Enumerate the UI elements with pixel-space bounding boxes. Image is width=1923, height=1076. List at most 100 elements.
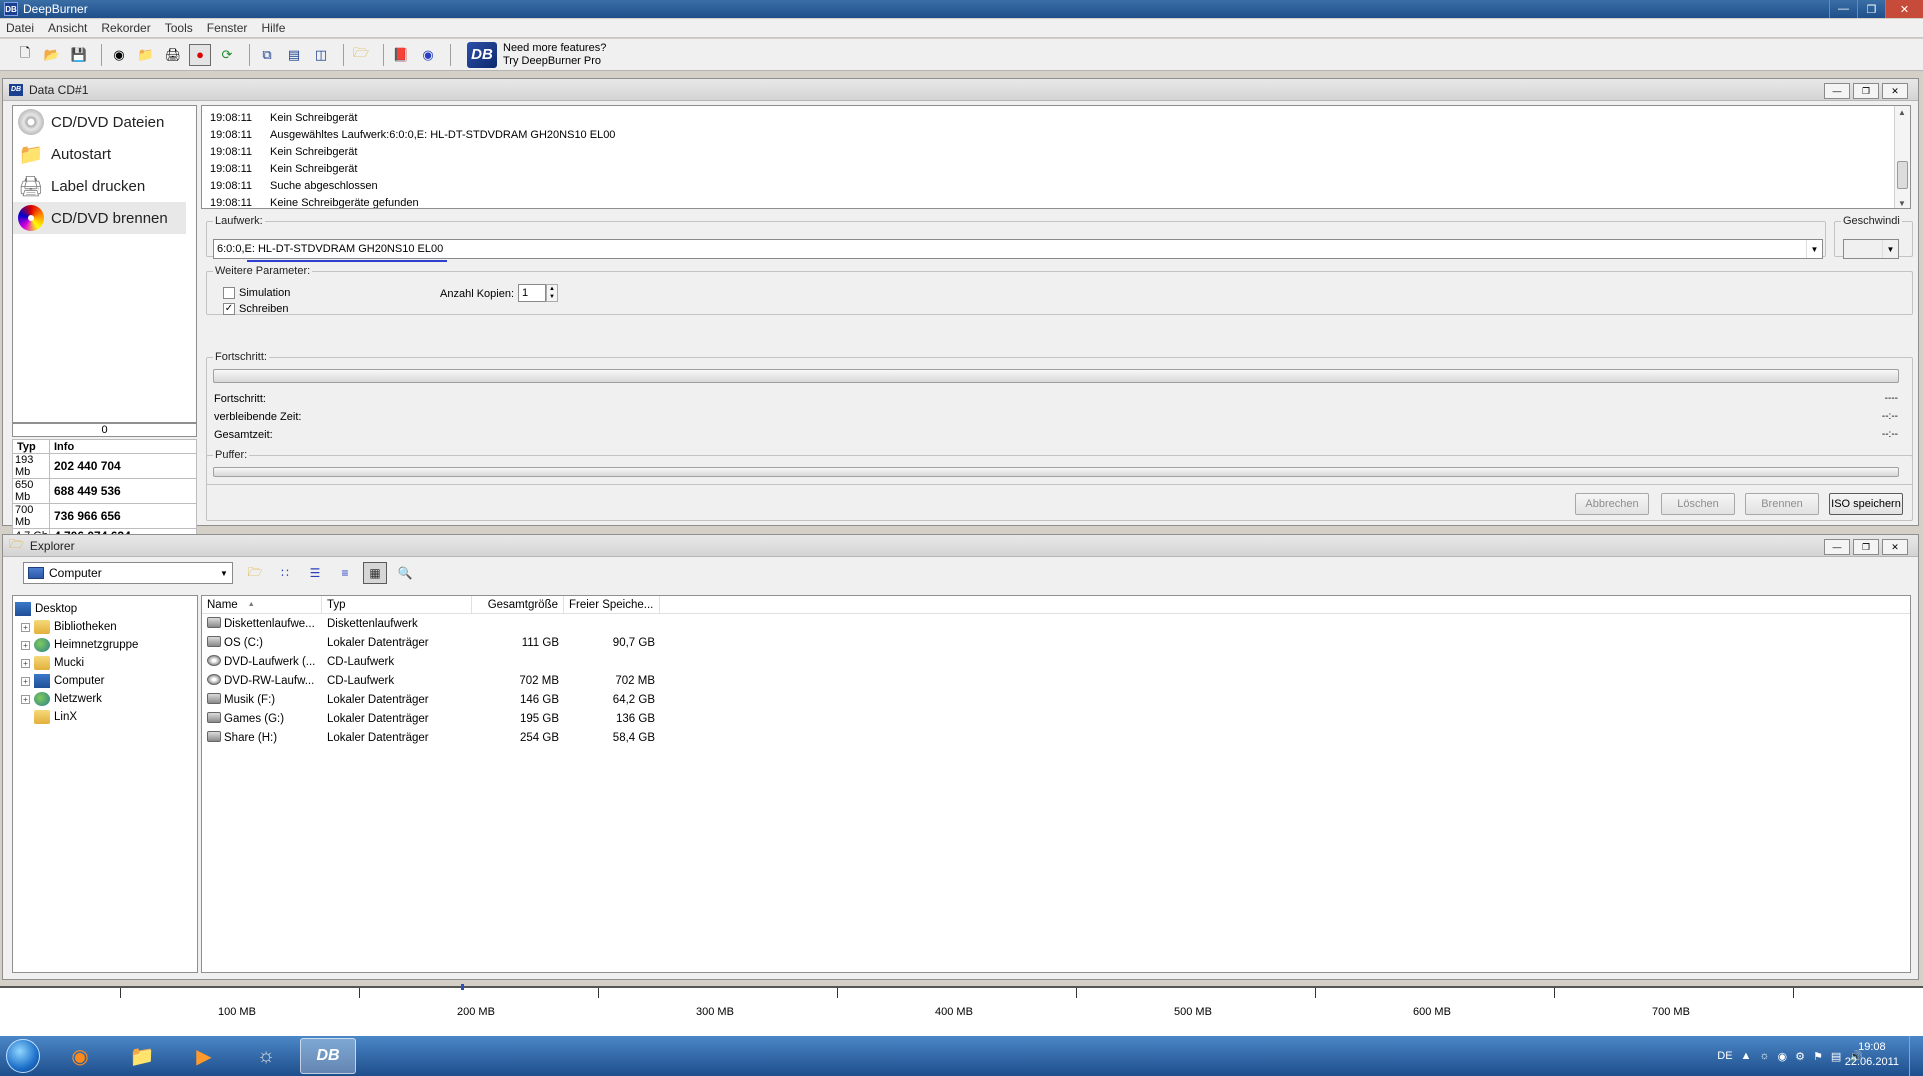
scroll-down-icon[interactable]: ▼ — [1898, 199, 1906, 208]
data-cd-title-bar[interactable]: DB Data CD#1 — ❐ ✕ — [3, 79, 1918, 101]
table-row[interactable]: Diskettenlaufwe... Diskettenlaufwerk — [202, 614, 1910, 633]
menu-datei[interactable]: Datei — [6, 21, 34, 35]
show-desktop-button[interactable] — [1909, 1036, 1923, 1076]
check-icon[interactable]: ✓ — [223, 303, 235, 315]
scroll-thumb[interactable] — [1897, 161, 1908, 189]
burn-icon[interactable]: ● — [189, 43, 211, 66]
nav-autostart[interactable]: 📁 Autostart — [13, 138, 196, 170]
col-free-space[interactable]: Freier Speiche... — [564, 596, 660, 613]
mdi-restore-button[interactable]: ❐ — [1853, 83, 1879, 99]
scroll-up-icon[interactable]: ▲ — [1898, 108, 1906, 117]
taskbar-explorer[interactable]: 📁 — [114, 1038, 170, 1074]
col-type[interactable]: Typ — [322, 596, 472, 613]
tray-app-icon[interactable]: ◉ — [1778, 1050, 1788, 1063]
taskbar-firefox[interactable]: ◉ — [52, 1038, 108, 1074]
menu-hilfe[interactable]: Hilfe — [261, 21, 285, 35]
expand-icon[interactable]: + — [21, 694, 30, 704]
mdi-close-button[interactable]: ✕ — [1882, 539, 1908, 555]
erase-button[interactable]: Löschen — [1661, 493, 1735, 515]
menu-fenster[interactable]: Fenster — [207, 21, 248, 35]
large-icons-view-icon[interactable]: ∷ — [273, 562, 297, 584]
table-row[interactable]: DVD-RW-Laufw... CD-Laufwerk 702 MB 702 M… — [202, 671, 1910, 690]
menu-tools[interactable]: Tools — [165, 21, 193, 35]
menu-ansicht[interactable]: Ansicht — [48, 21, 87, 35]
language-indicator[interactable]: DE — [1717, 1050, 1732, 1062]
mdi-close-button[interactable]: ✕ — [1882, 83, 1908, 99]
book-icon[interactable]: 📕 — [390, 44, 412, 66]
pro-promo[interactable]: Need more features? Try DeepBurner Pro — [503, 42, 606, 68]
deepburner-pro-logo-icon[interactable]: DB — [467, 41, 497, 68]
copies-stepper[interactable]: ▲ ▼ — [546, 284, 558, 302]
title-bar[interactable]: DB DeepBurner — ❐ ✕ — [0, 0, 1923, 18]
mdi-minimize-button[interactable]: — — [1824, 539, 1850, 555]
table-row[interactable]: Share (H:) Lokaler Datenträger 254 GB 58… — [202, 728, 1910, 747]
tree-item-user[interactable]: + Mucki — [15, 654, 195, 672]
explorer-title-bar[interactable]: 🗁 Explorer — ❐ ✕ — [3, 535, 1918, 557]
expand-icon[interactable]: + — [21, 658, 30, 668]
nav-print-label[interactable]: 🖨 Label drucken — [13, 170, 196, 202]
folder-up-icon[interactable]: 🗁 — [243, 562, 267, 584]
copies-input[interactable]: 1 — [518, 284, 546, 302]
search-icon[interactable]: 🔍 — [393, 562, 417, 584]
close-button[interactable]: ✕ — [1885, 0, 1923, 18]
write-checkbox[interactable]: ✓ Schreiben — [223, 303, 289, 315]
mdi-restore-button[interactable]: ❐ — [1853, 539, 1879, 555]
network-icon[interactable]: ▤ — [1831, 1050, 1841, 1063]
restore-button[interactable]: ❐ — [1857, 0, 1885, 18]
taskbar-steam[interactable]: ☼ — [238, 1038, 294, 1074]
cascade-icon[interactable]: ⧉ — [256, 44, 278, 66]
list-view-icon[interactable]: ≡ — [333, 562, 357, 584]
disc-icon[interactable]: ◉ — [108, 44, 130, 66]
new-icon[interactable]: 🗋 — [14, 44, 36, 66]
minimize-button[interactable]: — — [1829, 0, 1857, 18]
tree-item-desktop[interactable]: Desktop — [15, 600, 195, 618]
drive-select[interactable]: 6:0:0,E: HL-DT-STDVDRAM GH20NS10 EL00 ▼ — [213, 239, 1823, 259]
checkbox-box[interactable] — [223, 287, 235, 299]
tray-tool-icon[interactable]: ⚙ — [1795, 1050, 1805, 1063]
location-select[interactable]: Computer ▼ — [23, 562, 233, 584]
chevron-down-icon[interactable]: ▼ — [216, 563, 232, 583]
start-button[interactable] — [0, 1036, 46, 1076]
tray-expand-icon[interactable]: ▲ — [1741, 1050, 1752, 1062]
taskbar-media-player[interactable]: ▶ — [176, 1038, 232, 1074]
tree-item-computer[interactable]: + Computer — [15, 672, 195, 690]
expand-icon[interactable]: + — [21, 622, 30, 632]
tile-vertical-icon[interactable]: ◫ — [310, 44, 332, 66]
table-row[interactable]: OS (C:) Lokaler Datenträger 111 GB 90,7 … — [202, 633, 1910, 652]
printer-icon[interactable]: 🖨 — [162, 44, 184, 66]
table-row[interactable]: Musik (F:) Lokaler Datenträger 146 GB 64… — [202, 690, 1910, 709]
folder-icon[interactable]: 📁 — [135, 44, 157, 66]
tree-item-libraries[interactable]: + Bibliotheken — [15, 618, 195, 636]
expand-icon[interactable]: + — [21, 676, 30, 686]
small-icons-view-icon[interactable]: ☰ — [303, 562, 327, 584]
log-list[interactable]: 19:08:11 Kein Schreibgerät 19:08:11 Ausgew… — [201, 105, 1911, 209]
tile-horizontal-icon[interactable]: ▤ — [283, 44, 305, 66]
burn-button[interactable]: Brennen — [1745, 493, 1819, 515]
taskbar-deepburner[interactable]: DB — [300, 1038, 356, 1074]
tree-item-network[interactable]: + Netzwerk — [15, 690, 195, 708]
expand-icon[interactable]: + — [21, 640, 30, 650]
nav-burn[interactable]: CD/DVD brennen — [13, 202, 186, 234]
tree-item-homegroup[interactable]: + Heimnetzgruppe — [15, 636, 195, 654]
save-iso-button[interactable]: ISO speichern — [1829, 493, 1903, 515]
nav-cd-dvd-files[interactable]: CD/DVD Dateien — [13, 106, 196, 138]
table-row[interactable]: DVD-Laufwerk (... CD-Laufwerk — [202, 652, 1910, 671]
chevron-down-icon[interactable]: ▼ — [1882, 240, 1898, 258]
tree-item-linx[interactable]: LinX — [15, 708, 195, 726]
table-row[interactable]: Games (G:) Lokaler Datenträger 195 GB 13… — [202, 709, 1910, 728]
chevron-down-icon[interactable]: ▼ — [1806, 240, 1822, 258]
steam-tray-icon[interactable]: ☼ — [1759, 1050, 1769, 1062]
refresh-icon[interactable]: ⟳ — [216, 44, 238, 66]
clock[interactable]: 19:08 22.06.2011 — [1845, 1040, 1899, 1070]
details-view-icon[interactable]: ▦ — [363, 562, 387, 584]
action-center-icon[interactable]: ⚑ — [1813, 1050, 1823, 1063]
open-icon[interactable]: 📂 — [41, 44, 63, 66]
log-scrollbar[interactable]: ▲ ▼ — [1894, 106, 1910, 208]
speed-select[interactable]: ▼ — [1843, 239, 1899, 259]
open-folder-icon[interactable]: 🗁 — [350, 44, 372, 66]
col-name[interactable]: Name ▲ — [202, 596, 322, 613]
mdi-minimize-button[interactable]: — — [1824, 83, 1850, 99]
help-icon[interactable]: ◉ — [417, 44, 439, 66]
simulation-checkbox[interactable]: Simulation — [223, 287, 290, 299]
col-total-size[interactable]: Gesamtgröße — [472, 596, 564, 613]
